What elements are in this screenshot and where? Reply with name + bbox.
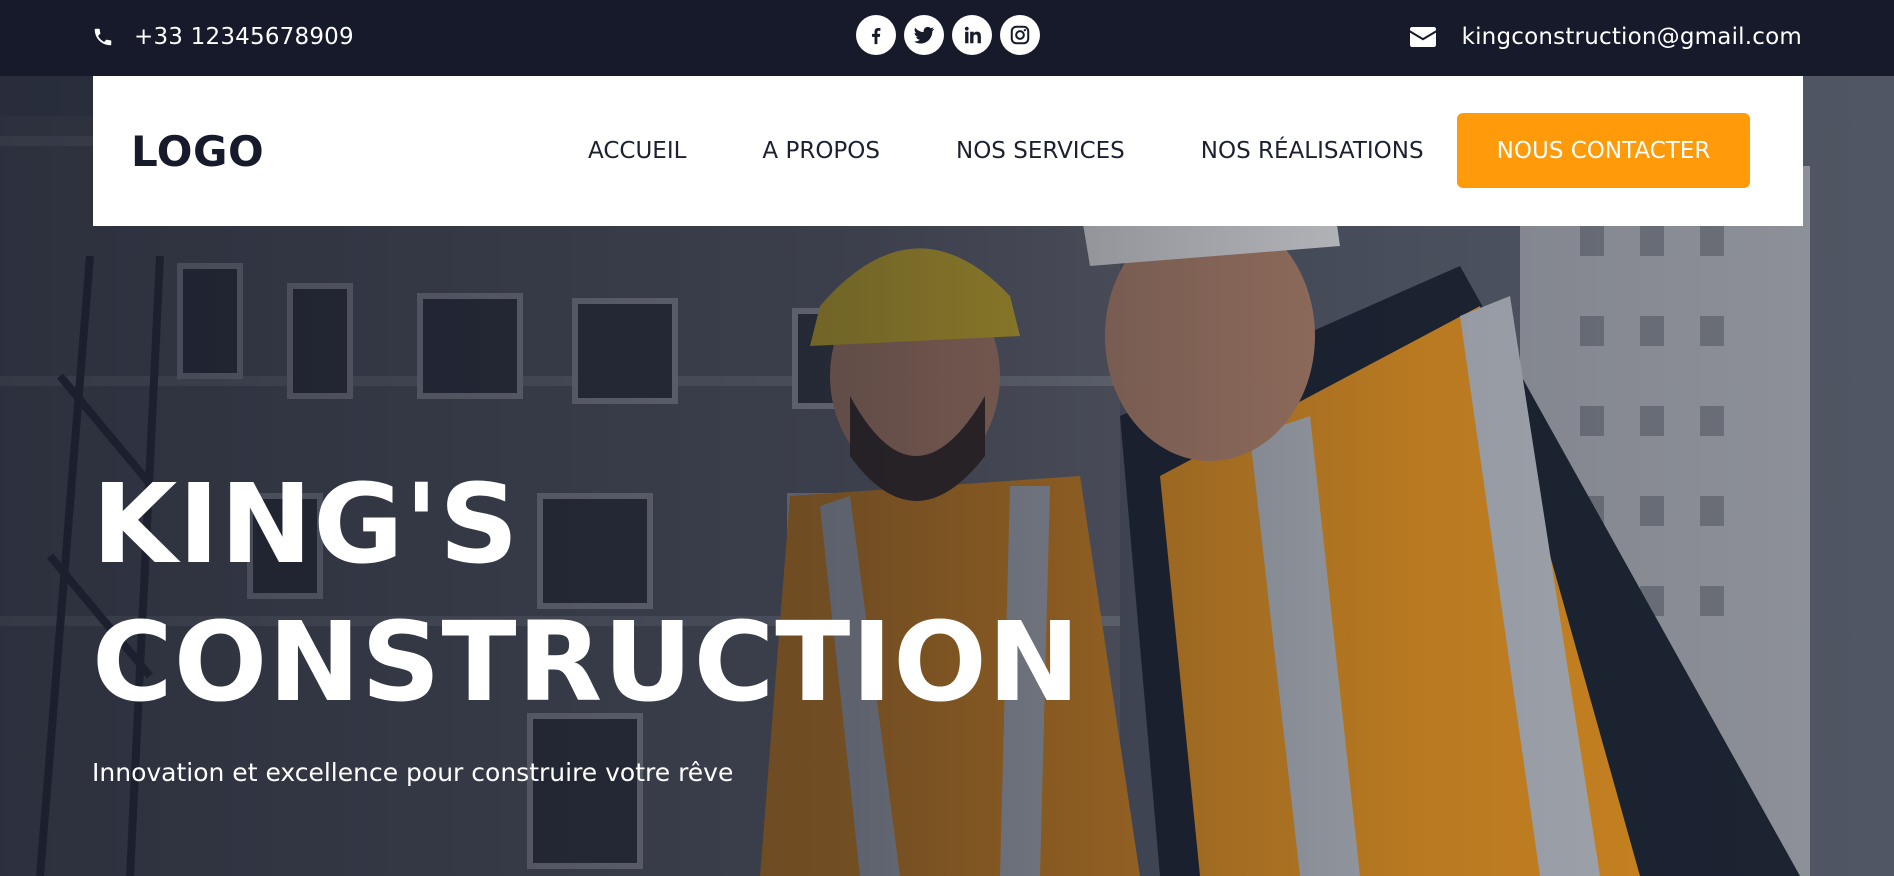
- contact-button[interactable]: NOUS CONTACTER: [1457, 113, 1750, 188]
- email-address: kingconstruction@gmail.com: [1461, 24, 1802, 50]
- nav-link-nos-services[interactable]: NOS SERVICES: [956, 138, 1125, 164]
- phone-number: +33 12345678909: [134, 24, 354, 50]
- social-links: [856, 15, 1048, 55]
- facebook-icon: [871, 27, 881, 45]
- phone-icon: [94, 28, 112, 46]
- nav-link-nos-realisations[interactable]: NOS RÉALISATIONS: [1201, 138, 1424, 164]
- page: +33 12345678909 kingconstruction@gmail.c…: [0, 0, 1894, 876]
- linkedin-icon: [964, 26, 981, 44]
- twitter-link[interactable]: [904, 15, 944, 55]
- main-navbar: LOGO ACCUEIL A PROPOS NOS SERVICES NOS R…: [93, 76, 1803, 226]
- linkedin-link[interactable]: [952, 15, 992, 55]
- hero-title-line-2: CONSTRUCTION: [92, 598, 1081, 726]
- email-contact[interactable]: kingconstruction@gmail.com: [1409, 22, 1802, 52]
- phone-contact[interactable]: +33 12345678909: [92, 22, 354, 52]
- instagram-link[interactable]: [1000, 15, 1040, 55]
- hero-title-line-1: KING'S: [92, 460, 520, 588]
- hero-title: KING'S CONSTRUCTION: [92, 455, 1081, 731]
- nav-links: ACCUEIL A PROPOS NOS SERVICES NOS RÉALIS…: [588, 76, 1424, 226]
- site-logo[interactable]: LOGO: [131, 126, 264, 178]
- nav-link-a-propos[interactable]: A PROPOS: [762, 138, 880, 164]
- facebook-link[interactable]: [856, 15, 896, 55]
- envelope-icon: [1409, 27, 1436, 47]
- hero-subtitle: Innovation et excellence pour construire…: [92, 758, 734, 787]
- top-contact-bar: +33 12345678909 kingconstruction@gmail.c…: [0, 0, 1894, 76]
- twitter-icon: [914, 26, 935, 44]
- nav-link-accueil[interactable]: ACCUEIL: [588, 138, 686, 164]
- instagram-icon: [1010, 25, 1030, 45]
